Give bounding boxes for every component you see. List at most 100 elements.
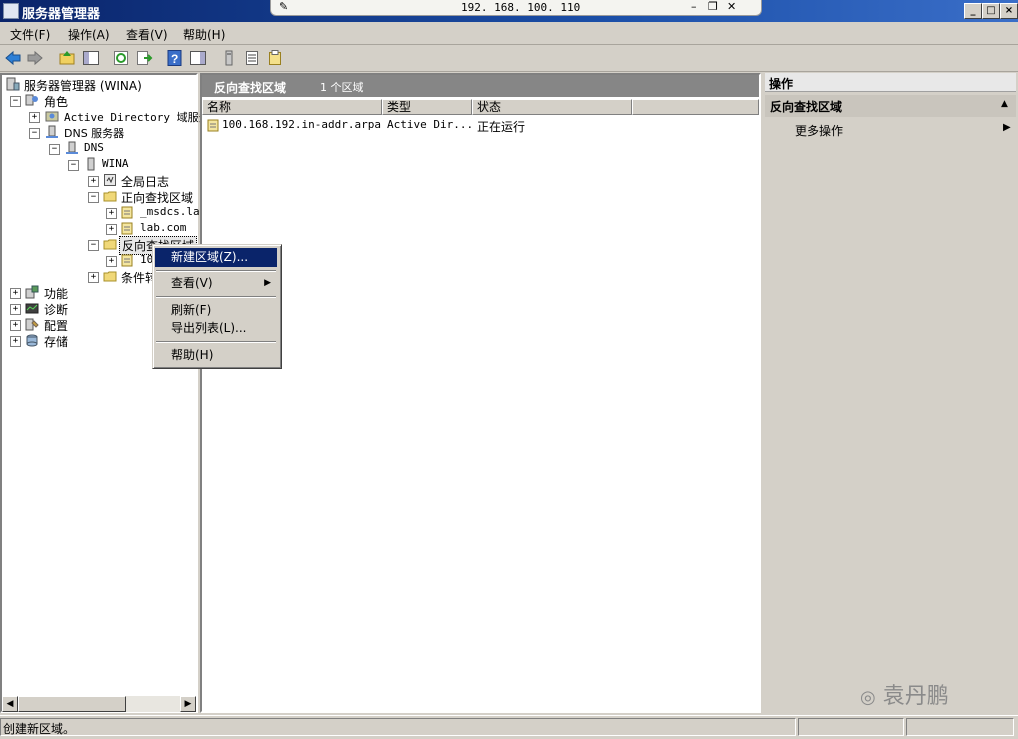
show-hide-action-pane-icon[interactable] <box>189 49 207 67</box>
expand-storage[interactable]: + <box>10 336 21 347</box>
remote-close-button[interactable]: ✕ <box>727 0 736 13</box>
scroll-right-button[interactable]: ▶ <box>180 696 196 712</box>
collapse-caret-icon[interactable]: ▲ <box>1001 99 1008 109</box>
list-view-icon[interactable] <box>243 49 261 67</box>
tree-item-forward-zones[interactable]: 正向查找区域 <box>121 189 193 206</box>
column-header-empty <box>632 99 759 115</box>
folder-icon <box>103 239 117 250</box>
scroll-thumb[interactable] <box>18 696 126 712</box>
collapse-reverse-zones[interactable]: − <box>88 240 99 251</box>
status-bar: 创建新区域。 <box>0 715 1018 739</box>
ctx-refresh[interactable]: 刷新(F) <box>155 301 277 320</box>
dns-icon <box>66 141 78 154</box>
show-hide-tree-icon[interactable] <box>82 49 100 67</box>
actions-section-header[interactable]: 反向查找区域 ▲ <box>765 95 1016 117</box>
expand-conditional[interactable]: + <box>88 272 99 283</box>
remote-minimize-button[interactable]: – <box>691 0 697 13</box>
features-icon <box>25 285 39 299</box>
zone-icon <box>207 119 219 132</box>
server-manager-icon <box>6 77 20 91</box>
menu-bar: 文件(F) 操作(A) 查看(V) 帮助(H) <box>0 22 1018 45</box>
status-main-panel: 创建新区域。 <box>0 718 796 736</box>
tree-item-configuration[interactable]: 配置 <box>44 317 68 334</box>
ctx-help[interactable]: 帮助(H) <box>155 346 277 365</box>
tree-item-features[interactable]: 功能 <box>44 285 68 302</box>
collapse-roles[interactable]: − <box>10 96 21 107</box>
expand-diagnostics[interactable]: + <box>10 304 21 315</box>
storage-icon <box>26 334 38 347</box>
menu-help[interactable]: 帮助(H) <box>183 26 225 43</box>
watermark-text: 袁丹鹏 <box>882 684 949 709</box>
actions-title: 操作 <box>769 77 794 91</box>
expand-reverse-child[interactable]: + <box>106 256 117 267</box>
tree-item-global-logs[interactable]: 全局日志 <box>121 173 169 190</box>
ctx-separator <box>156 341 276 343</box>
status-text: 创建新区域。 <box>3 722 76 736</box>
collapse-wina[interactable]: − <box>68 160 79 171</box>
wechat-icon: ◎ <box>860 687 876 708</box>
tree-item-dns[interactable]: DNS <box>84 141 104 154</box>
tree-item-storage[interactable]: 存储 <box>44 333 68 350</box>
expand-global-logs[interactable]: + <box>88 176 99 187</box>
expand-ad[interactable]: + <box>29 112 40 123</box>
export-list-icon[interactable] <box>135 49 153 67</box>
actions-header: 操作 <box>765 73 1016 92</box>
ctx-export-list[interactable]: 导出列表(L)... <box>155 319 277 338</box>
ctx-view[interactable]: 查看(V) ▶ <box>155 274 277 293</box>
tree-item-dns-server[interactable]: DNS 服务器 <box>64 125 124 141</box>
zone-properties-icon[interactable] <box>266 49 284 67</box>
console-tree: 服务器管理器 (WINA) − 角色 + Active Directory 域服… <box>0 73 210 713</box>
more-actions-label: 更多操作 <box>795 124 844 138</box>
refresh-icon[interactable] <box>112 49 130 67</box>
menu-view[interactable]: 查看(V) <box>126 26 168 43</box>
tree-item-roles[interactable]: 角色 <box>44 93 68 110</box>
zone-icon <box>121 254 133 267</box>
expand-configuration[interactable]: + <box>10 320 21 331</box>
roles-icon <box>25 94 38 106</box>
status-panel-2 <box>798 718 904 736</box>
table-row[interactable]: 100.168.192.in-addr.arpa Active Dir... 正… <box>202 117 759 134</box>
scroll-left-button[interactable]: ◀ <box>2 696 18 712</box>
forward-arrow-icon[interactable] <box>26 49 44 67</box>
zone-icon <box>121 206 133 219</box>
collapse-dns[interactable]: − <box>49 144 60 155</box>
dns-server-icon <box>46 125 58 138</box>
remote-restore-button[interactable]: ❐ <box>708 0 718 13</box>
pin-icon[interactable]: ✎ <box>279 0 288 13</box>
column-header-status[interactable]: 状态 <box>472 99 632 115</box>
remote-connection-bar: ✎ 192. 168. 100. 110 – ❐ ✕ <box>270 0 762 16</box>
minimize-button[interactable]: _ <box>964 3 982 19</box>
tree-item-labcom[interactable]: lab.com <box>140 221 186 234</box>
expand-msdcs[interactable]: + <box>106 208 117 219</box>
up-folder-icon[interactable] <box>58 49 76 67</box>
server-icon[interactable] <box>220 49 238 67</box>
tree-root[interactable]: 服务器管理器 (WINA) <box>24 77 142 94</box>
folder-icon <box>103 191 117 202</box>
diagnostics-icon <box>25 303 39 314</box>
svg-text:?: ? <box>171 52 178 66</box>
menu-action[interactable]: 操作(A) <box>68 26 110 43</box>
back-arrow-icon[interactable] <box>4 49 22 67</box>
menu-file[interactable]: 文件(F) <box>10 26 50 43</box>
actions-section-title: 反向查找区域 <box>770 100 843 114</box>
close-button[interactable]: × <box>1000 3 1018 19</box>
cell-name: 100.168.192.in-addr.arpa <box>222 118 381 131</box>
ctx-new-zone[interactable]: 新建区域(Z)... <box>155 248 277 267</box>
collapse-forward-zones[interactable]: − <box>88 192 99 203</box>
tree-item-msdcs[interactable]: _msdcs.la <box>140 205 200 218</box>
expand-features[interactable]: + <box>10 288 21 299</box>
toolbar: ? <box>0 45 1018 72</box>
column-header-name[interactable]: 名称 <box>202 99 382 115</box>
tree-item-active-directory[interactable]: Active Directory 域服务 <box>64 109 210 125</box>
tree-horizontal-scrollbar[interactable]: ◀ ▶ <box>2 696 196 712</box>
expand-labcom[interactable]: + <box>106 224 117 235</box>
help-icon[interactable]: ? <box>166 49 184 67</box>
more-actions-item[interactable]: 更多操作 ▶ <box>765 119 1016 139</box>
tree-item-wina[interactable]: WINA <box>102 157 129 170</box>
column-header-type[interactable]: 类型 <box>382 99 472 115</box>
remote-host: 192. 168. 100. 110 <box>461 1 581 14</box>
results-pane: 反向查找区域 1 个区域 名称 类型 状态 100.168.192.in-add… <box>200 73 761 713</box>
collapse-dns-server[interactable]: − <box>29 128 40 139</box>
tree-item-diagnostics[interactable]: 诊断 <box>44 301 68 318</box>
maximize-button[interactable]: □ <box>982 3 1000 19</box>
